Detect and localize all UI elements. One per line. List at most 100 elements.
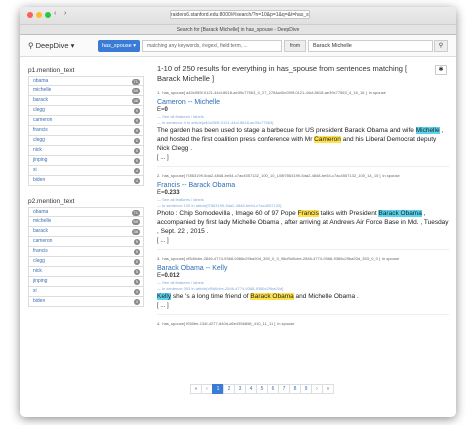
facet-item[interactable]: obama 71 <box>28 76 144 86</box>
result-sentence: Photo : Chip Somodevilla , Image 60 of 9… <box>157 209 449 236</box>
close-dot[interactable] <box>27 12 33 18</box>
app-brand[interactable]: ⚲ DeepDive ▾ <box>28 41 74 50</box>
p1-facet-title: p1.mention_text <box>28 67 75 74</box>
facet-item[interactable]: cameron 9 <box>28 116 144 126</box>
facet-item[interactable]: clegg 9 <box>28 257 144 267</box>
facet-item[interactable]: francis 9 <box>28 126 144 136</box>
features-link[interactable]: — See all features / labels <box>157 197 449 202</box>
result-separator <box>157 166 449 167</box>
result-item: 4. has_spouse[ f050be-134f-4277-840d-d6e4… <box>157 321 449 326</box>
back-icon[interactable]: ‹ <box>54 10 56 17</box>
result-ellipsis[interactable]: [ ... ] <box>157 155 449 161</box>
search-icon: ⚲ <box>28 41 34 50</box>
result-title[interactable]: Barack Obama -- Kelly <box>157 265 449 272</box>
facet-item[interactable]: michelle 59 <box>28 86 144 96</box>
result-expectation: E=0.012 <box>157 273 449 279</box>
result-item: 3. has_spouse[ cf5d0cbe-2846-4774-9368-93… <box>157 256 449 315</box>
result-title[interactable]: Cameron -- Michelle <box>157 99 449 106</box>
facet-item-label: nick <box>33 268 42 274</box>
facet-item[interactable]: biden 4 <box>28 297 144 307</box>
from-label: from <box>284 40 306 52</box>
result-number: 3. <box>157 256 161 261</box>
browser-tab[interactable]: Search for [Barack Michelle] in has_spou… <box>20 24 456 34</box>
minimize-dot[interactable] <box>36 12 42 18</box>
facet-item[interactable]: jinping 5 <box>28 277 144 287</box>
facet-item[interactable]: barack 38 <box>28 227 144 237</box>
facet-item[interactable]: jinping 5 <box>28 156 144 166</box>
sentence-link[interactable]: — in sentence 4 in article[a40c059f-0121… <box>157 120 449 125</box>
facet-item[interactable]: obama 71 <box>28 207 144 217</box>
mention-highlight: Francis <box>297 210 319 217</box>
features-link[interactable]: — See all features / labels <box>157 114 449 119</box>
caret-icon: ▾ <box>68 41 75 50</box>
facet-label: has_spouse <box>102 43 132 49</box>
facet-item-label: michelle <box>33 218 52 224</box>
facet-item-count: 4 <box>133 177 140 184</box>
facet-item[interactable]: xi 4 <box>28 287 144 297</box>
facet-item[interactable]: cameron 9 <box>28 237 144 247</box>
window-controls <box>27 12 51 18</box>
mention-highlight: Barack Obama <box>250 293 294 300</box>
sentence-link[interactable]: — in sentence 100 in article[f7863199-5d… <box>157 203 449 208</box>
expectation-value: 0.233 <box>164 190 180 196</box>
facet-item[interactable]: michelle 59 <box>28 217 144 227</box>
facet-item-label: jinping <box>33 278 48 284</box>
result-tag: in spouse <box>382 173 400 178</box>
brand-label: DeepDive <box>35 41 69 50</box>
expectation-label: E= <box>157 107 165 113</box>
facet-item[interactable]: xi 4 <box>28 166 144 176</box>
p2-facet-list: obama 71 michelle 59 barack 38 cameron 9 francis… <box>28 207 144 307</box>
facet-dropdown[interactable]: has_spouse ▾ <box>98 40 140 52</box>
result-ellipsis[interactable]: [ ... ] <box>157 238 449 244</box>
mention-highlight: Michelle <box>415 127 440 134</box>
search-icon: ⚲ <box>438 43 444 49</box>
p1-facet-list: obama 71 michelle 59 barack 38 clegg 9 cameron 9 f… <box>28 76 144 186</box>
sentence-text: talks with President <box>318 210 379 217</box>
result-ellipsis[interactable]: [ ... ] <box>157 303 449 309</box>
mention-highlight: Barack Obama <box>378 210 422 217</box>
result-separator <box>157 249 449 250</box>
facet-item-count: 4 <box>133 298 140 305</box>
forward-icon[interactable]: › <box>64 10 66 17</box>
result-sentence: The garden has been used to stage a barb… <box>157 126 449 153</box>
result-item: 2. has_spouse[ f7863199-5da2-4848-be54-c7… <box>157 173 449 250</box>
gear-icon: ✱ <box>438 67 444 73</box>
result-tag: in spouse <box>368 90 386 95</box>
facet-item-label: biden <box>33 177 46 183</box>
search-toolbar: ⚲ DeepDive ▾ has_spouse ▾ matching any k… <box>20 35 456 57</box>
facet-item[interactable]: nick 5 <box>28 146 144 156</box>
features-link[interactable]: — See all features / labels <box>157 280 449 285</box>
page-link[interactable]: » <box>322 384 334 394</box>
from-input[interactable]: Barack Michelle <box>308 40 433 52</box>
expectation-value: 0 <box>164 107 168 113</box>
results-panel: 1-10 of 250 results for everything in ha… <box>157 64 449 394</box>
facet-item[interactable]: nick 5 <box>28 267 144 277</box>
sentence-link[interactable]: — in sentence 393 in article[cf5d0cbe-28… <box>157 286 449 291</box>
result-id-line: 2. has_spouse[ f7863199-5da2-4848-be54-c7… <box>157 173 449 178</box>
facet-item-label: obama <box>33 209 49 215</box>
facet-item[interactable]: barack 38 <box>28 96 144 106</box>
facet-item[interactable]: clegg 5 <box>28 136 144 146</box>
facet-item-label: biden <box>33 298 46 304</box>
settings-button[interactable]: ✱ <box>435 65 447 75</box>
search-button[interactable]: ⚲ <box>434 40 448 52</box>
zoom-dot[interactable] <box>45 12 51 18</box>
facet-item[interactable]: clegg 9 <box>28 106 144 116</box>
result-title[interactable]: Francis -- Barack Obama <box>157 182 449 189</box>
facet-item-label: clegg <box>33 137 45 143</box>
facet-item-label: obama <box>33 78 49 84</box>
facet-item[interactable]: francis 9 <box>28 247 144 257</box>
browser-window: ‹ › raiders6.stanford.edu:8000/#/search/… <box>20 7 456 417</box>
facet-item-count: 5 <box>133 157 140 164</box>
pagination: «‹ 1 2 3 4 5 6 7 8 9 ›» <box>190 384 334 394</box>
facet-item-label: jinping <box>33 157 48 163</box>
result-item: 1. has_spouse[ a40c059f-0121-44cf-8618-ae… <box>157 90 449 167</box>
facet-item-label: michelle <box>33 87 52 93</box>
facet-item-count: 9 <box>133 117 140 124</box>
facet-item-count: 5 <box>133 278 140 285</box>
facet-item[interactable]: biden 4 <box>28 176 144 186</box>
address-bar[interactable]: raiders6.stanford.edu:8000/#/search/?n=1… <box>170 10 310 19</box>
keywords-input[interactable]: matching any keywords, /regex/, field:te… <box>142 40 282 52</box>
expectation-value: 0.012 <box>164 273 180 279</box>
result-tag: in spouse <box>382 256 400 261</box>
